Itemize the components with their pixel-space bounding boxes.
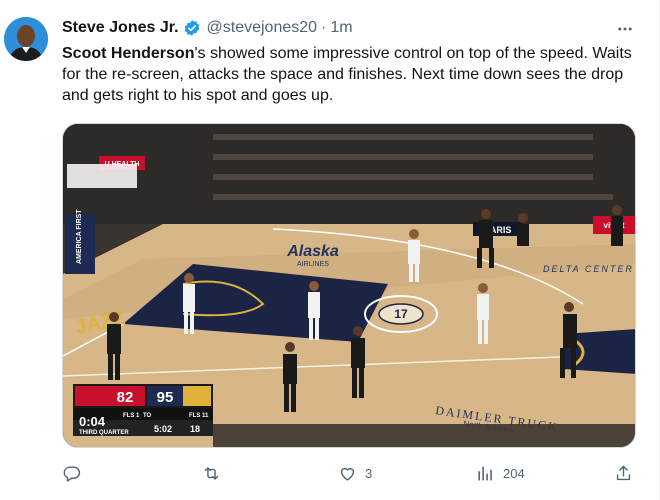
center-logo-sub: AIRLINES [297, 261, 329, 268]
banner-america-text: AMERICA FIRST [76, 209, 83, 264]
reply-icon [63, 465, 81, 482]
jazz-scorebug-logo [183, 386, 211, 406]
retweet-button[interactable] [202, 460, 229, 486]
mention-name: Scoot Henderson [62, 45, 195, 62]
author-handle[interactable]: @stevejones20 [207, 19, 318, 37]
author-name[interactable]: Steve Jones Jr. [62, 19, 179, 37]
more-options-icon[interactable] [614, 18, 636, 40]
shot-clock-overlay: 0:04 [79, 414, 106, 429]
scoreboard: 82 95 FLS 1 TO FLS 11 0:04 THIRD QUARTER… [73, 384, 213, 436]
delta-logo: DELTA CENTER [543, 264, 634, 274]
header-separator: · [321, 19, 327, 36]
game-clock: 5:02 [154, 424, 172, 434]
share-button[interactable] [614, 460, 633, 486]
like-count: 3 [365, 465, 373, 481]
views-icon [478, 465, 492, 481]
blazers-logo [75, 386, 105, 406]
retweet-icon [204, 466, 219, 480]
tweet-text: Scoot Henderson's showed some impressive… [62, 43, 647, 106]
video-frame: 17 Alaska AIRLINES DELTA CENTER JAZZ DAI… [63, 124, 635, 447]
share-icon [616, 465, 631, 480]
tweet-card[interactable]: Steve Jones Jr. @stevejones20 · 1m Scoot… [0, 0, 660, 500]
tweet-header: Steve Jones Jr. @stevejones20 · 1m [62, 17, 353, 39]
views-button[interactable]: 204 [476, 460, 525, 486]
away-score: 82 [117, 389, 134, 406]
tweet-timestamp[interactable]: 1m [330, 19, 352, 37]
reply-button[interactable] [62, 460, 89, 486]
away-fouls: FLS 1 [123, 413, 140, 419]
verified-badge-icon[interactable] [183, 19, 201, 37]
home-score: 95 [157, 389, 174, 406]
shot-clock: 18 [190, 424, 200, 434]
like-button[interactable]: 3 [338, 460, 372, 486]
quarter-label: THIRD QUARTER [79, 430, 129, 436]
backboard [67, 164, 137, 188]
center-logo: Alaska [286, 243, 339, 260]
views-count: 204 [503, 465, 525, 481]
away-timeouts: TO [143, 413, 152, 419]
avatar-image [4, 17, 48, 61]
circle-number: 17 [394, 307, 408, 321]
heart-icon [340, 467, 355, 481]
avatar[interactable] [4, 17, 48, 61]
home-fouls: FLS 11 [189, 413, 209, 419]
tweet-actions: 3 204 [62, 460, 640, 486]
tweet-video[interactable]: 17 Alaska AIRLINES DELTA CENTER JAZZ DAI… [62, 123, 636, 448]
